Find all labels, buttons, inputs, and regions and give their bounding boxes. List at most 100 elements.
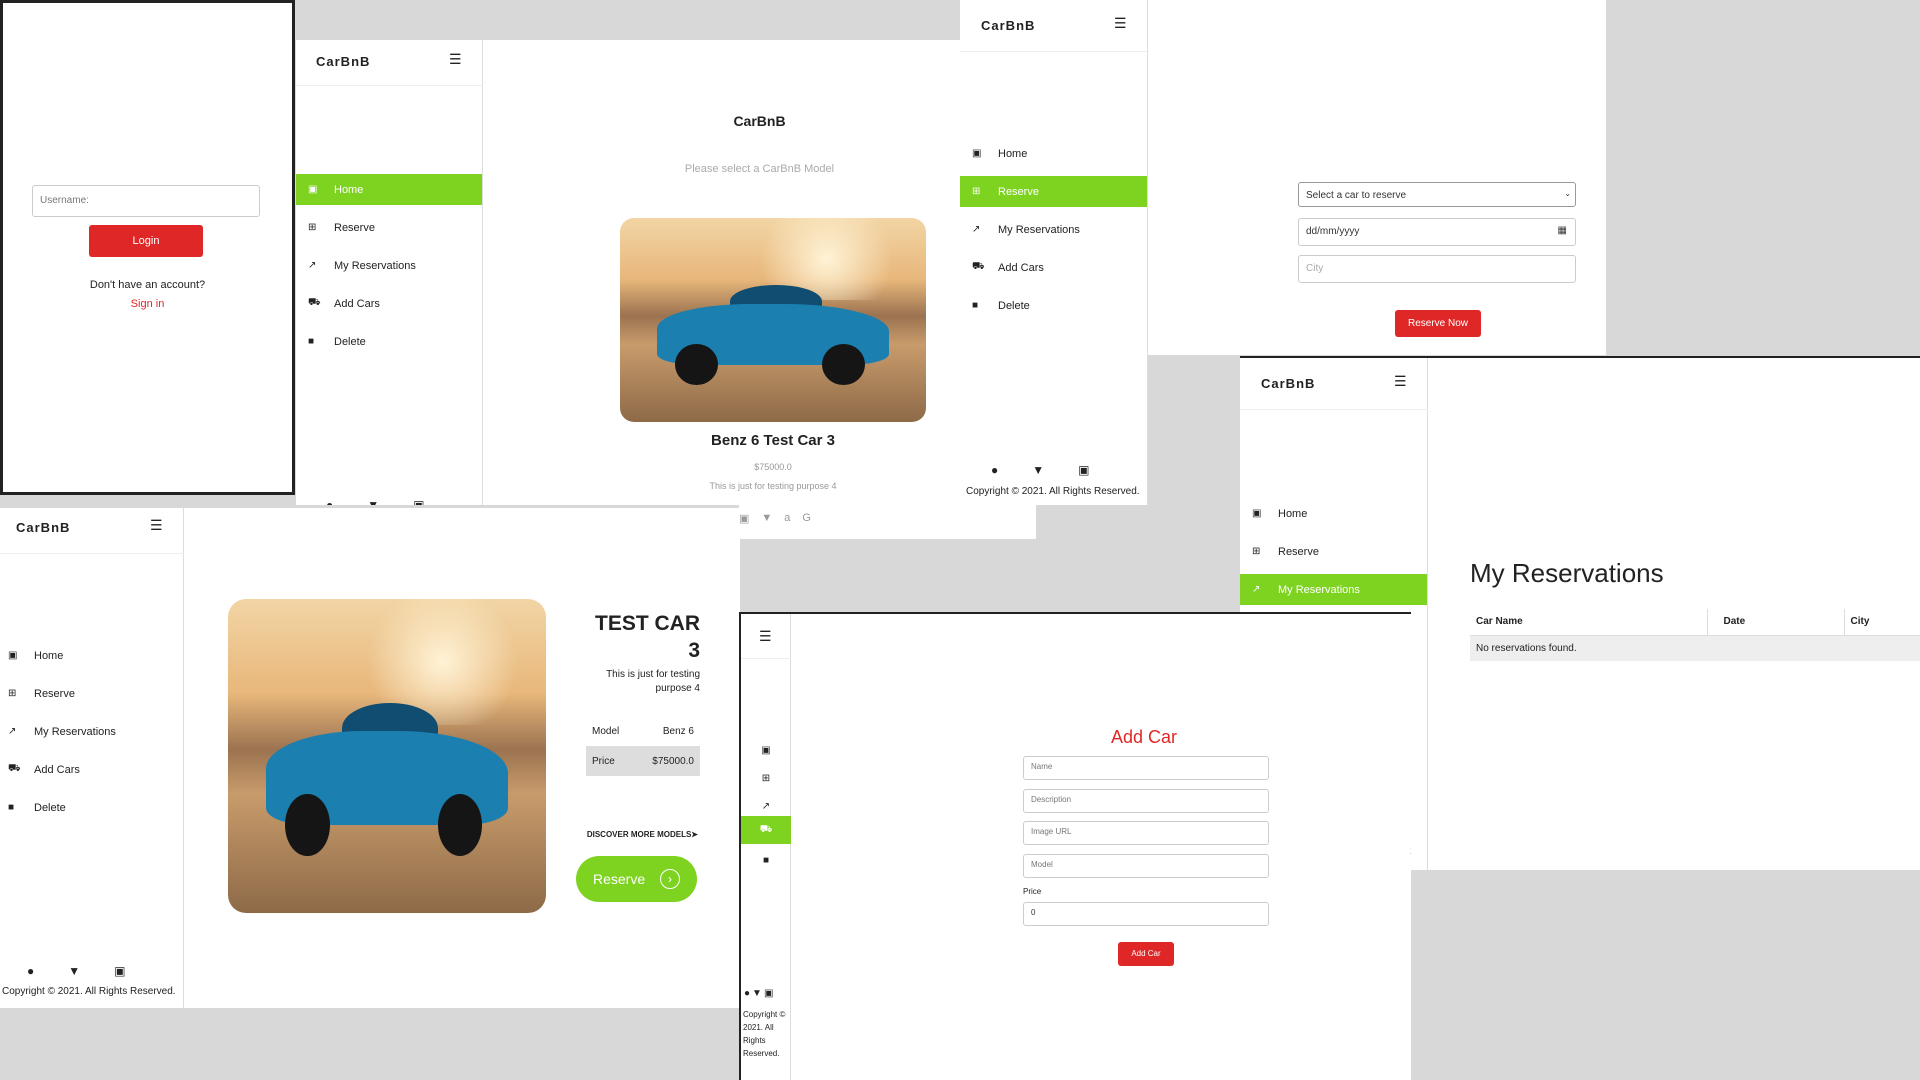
twitter-icon[interactable]: ▼ — [761, 512, 772, 525]
sidebar-item-label: Add Cars — [34, 763, 80, 776]
description-input[interactable]: Description — [1023, 789, 1269, 813]
add-car-panel: ☰ ▣ ⊞ ↗ ⛟ ■ ● ▼ ▣ Copyright © 2021. All Ri… — [739, 612, 1411, 1080]
sidebar-item-label: Reserve — [998, 185, 1039, 198]
sidebar-item-home[interactable]: ▣ Home — [0, 640, 183, 671]
sidebar-item-delete[interactable]: ■ Delete — [960, 290, 1147, 321]
hamburger-menu-icon[interactable]: ☰ — [1114, 15, 1127, 32]
sidebar-item-label: Home — [334, 183, 364, 196]
home-icon: ▣ — [8, 650, 18, 661]
facebook-icon[interactable]: ● — [27, 964, 34, 978]
empty-state: No reservations found. — [1476, 642, 1577, 654]
twitter-icon[interactable]: ▼ — [752, 988, 762, 999]
sidebar-item-delete[interactable]: ■ — [741, 850, 791, 872]
hamburger-menu-icon[interactable]: ☰ — [150, 517, 163, 534]
sidebar-item-my-reservations[interactable]: ↗ My Reservations — [1240, 574, 1427, 605]
linkedin-icon[interactable]: ▣ — [1078, 463, 1089, 477]
sidebar-item-label: Delete — [34, 801, 66, 814]
linkedin-icon[interactable]: ▣ — [764, 988, 773, 999]
car-detail-image — [228, 599, 546, 913]
chart-icon: ↗ — [972, 224, 981, 235]
name-input[interactable]: Name — [1023, 756, 1269, 780]
brand-logo[interactable]: CarBnB — [16, 520, 70, 535]
city-input[interactable]: City — [1298, 255, 1576, 283]
table-row: Price $75000.0 — [586, 746, 700, 776]
sidebar-item-add-cars[interactable]: ⛟ Add Cars — [296, 288, 482, 319]
discover-more-link[interactable]: DISCOVER MORE MODELS➤ — [580, 830, 698, 839]
calendar-icon[interactable]: ▦ — [1558, 225, 1567, 236]
sidebar-item-label: Delete — [998, 299, 1030, 312]
facebook-icon[interactable]: ● — [326, 498, 333, 505]
car-select[interactable]: Select a car to reserve ⌄ — [1298, 182, 1576, 207]
sidebar-item-label: My Reservations — [998, 223, 1080, 236]
twitter-icon[interactable]: ▼ — [68, 964, 80, 978]
sidebar-item-home[interactable]: ▣ Home — [296, 174, 482, 205]
twitter-icon[interactable]: ▼ — [367, 498, 379, 505]
sidebar-item-label: Reserve — [1278, 545, 1319, 558]
sidebar-item-my-reservations[interactable]: ↗ My Reservations — [960, 214, 1147, 245]
sidebar-item-reserve[interactable]: ⊞ Reserve — [296, 212, 482, 243]
add-car-button[interactable]: Add Car — [1118, 942, 1174, 966]
sidebar-item-delete[interactable]: ■ Delete — [296, 326, 482, 357]
table-row: No reservations found. — [1470, 635, 1920, 661]
sidebar: CarBnB ☰ ▣ Home ⊞ Reserve ↗ My Reservations… — [0, 508, 184, 1008]
sidebar-item-label: Reserve — [334, 221, 375, 234]
model-label: Model — [592, 725, 620, 737]
linkedin-icon[interactable]: ▣ — [413, 498, 424, 505]
sidebar-item-reserve[interactable]: ⊞ Reserve — [1240, 536, 1427, 567]
reserve-now-button[interactable]: Reserve Now — [1395, 310, 1481, 337]
brand-logo[interactable]: CarBnB — [1261, 376, 1315, 391]
hamburger-menu-icon[interactable]: ☰ — [759, 628, 772, 645]
twitter-icon[interactable]: ▼ — [1032, 463, 1044, 477]
sidebar-item-reserve[interactable]: ⊞ — [741, 768, 791, 790]
sidebar-item-reserve[interactable]: ⊞ Reserve — [960, 176, 1147, 207]
price-input[interactable]: 0 — [1023, 902, 1269, 926]
brand-logo[interactable]: CarBnB — [316, 54, 370, 69]
login-panel: Username: Login Don't have an account? S… — [0, 0, 295, 495]
reserve-button[interactable]: Reserve › — [576, 856, 697, 902]
reserve-sidebar-panel: CarBnB ☰ ▣ Home ⊞ Reserve ↗ My Reservations… — [960, 0, 1148, 505]
spec-table: Model Benz 6 Price $75000.0 — [586, 716, 700, 776]
sidebar-item-my-reservations[interactable]: ↗ — [741, 796, 791, 818]
model-input[interactable]: Model — [1023, 854, 1269, 878]
username-input[interactable]: Username: — [32, 185, 260, 217]
hamburger-menu-icon[interactable]: ☰ — [449, 51, 462, 68]
image-url-input[interactable]: Image URL — [1023, 821, 1269, 845]
sidebar-item-label: Home — [1278, 507, 1308, 520]
hamburger-menu-icon[interactable]: ☰ — [1394, 373, 1407, 390]
car-icon: ⛟ — [759, 824, 773, 835]
sidebar-item-add-cars[interactable]: ⛟ Add Cars — [960, 252, 1147, 283]
amazon-icon[interactable]: a — [784, 512, 790, 525]
facebook-icon[interactable]: ● — [991, 463, 998, 477]
google-icon[interactable]: G — [802, 512, 811, 525]
facebook-icon[interactable]: ● — [744, 988, 750, 999]
sidebar-item-my-reservations[interactable]: ↗ My Reservations — [296, 250, 482, 281]
stray-text: 1 — [1410, 846, 1411, 856]
sidebar-item-add-cars[interactable]: ⛟ — [741, 816, 791, 844]
copyright-line: 2021. All — [743, 1023, 774, 1032]
sidebar-item-home[interactable]: ▣ Home — [1240, 498, 1427, 529]
trash-icon: ■ — [308, 336, 315, 347]
car-social-strip: ▣ ▼ a G — [739, 505, 1036, 539]
linkedin-icon[interactable]: ▣ — [114, 964, 125, 978]
sidebar-item-my-reservations[interactable]: ↗ My Reservations — [0, 716, 183, 747]
linkedin-icon[interactable]: ▣ — [739, 512, 749, 525]
price-value: $75000.0 — [652, 755, 694, 767]
sidebar-item-label: Delete — [334, 335, 366, 348]
date-input[interactable]: dd/mm/yyyy ▦ — [1298, 218, 1576, 246]
model-value: Benz 6 — [662, 725, 694, 737]
sidebar-item-home[interactable]: ▣ — [741, 740, 791, 762]
date-input-value: dd/mm/yyyy — [1306, 226, 1360, 237]
car-image[interactable] — [620, 218, 926, 422]
chart-icon: ↗ — [761, 801, 771, 812]
sidebar-item-add-cars[interactable]: ⛟ Add Cars — [0, 754, 183, 785]
copyright-text: Copyright © 2021. All Rights Reserved. — [2, 986, 176, 997]
sidebar-item-delete[interactable]: ■ Delete — [0, 792, 183, 823]
column-header: Date — [1707, 609, 1845, 635]
brand-logo[interactable]: CarBnB — [981, 18, 1035, 33]
sidebar-item-home[interactable]: ▣ Home — [960, 138, 1147, 169]
sidebar-item-reserve[interactable]: ⊞ Reserve — [0, 678, 183, 709]
login-button[interactable]: Login — [89, 225, 203, 257]
sidebar-item-label: Reserve — [34, 687, 75, 700]
price-label: Price — [1023, 887, 1042, 896]
sign-in-link[interactable]: Sign in — [3, 298, 292, 310]
